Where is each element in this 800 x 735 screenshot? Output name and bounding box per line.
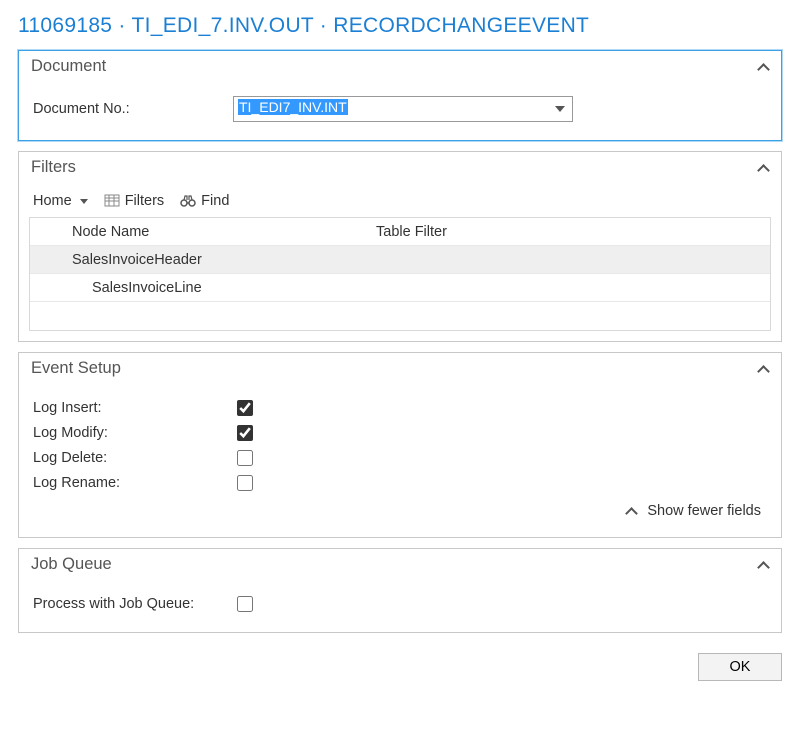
home-dropdown[interactable]: Home [33, 193, 88, 209]
log-delete-checkbox[interactable] [237, 450, 253, 466]
filters-grid: Node Name Table Filter SalesInvoiceHeade… [29, 217, 771, 331]
footer: OK [18, 643, 782, 681]
log-modify-label: Log Modify: [33, 425, 233, 441]
chevron-up-icon [759, 560, 769, 570]
chevron-up-icon [759, 62, 769, 72]
panel-filters-header[interactable]: Filters [19, 152, 781, 183]
page-title: 11069185 · TI_EDI_7.INV.OUT · RECORDCHAN… [18, 14, 782, 38]
panel-event-setup: Event Setup Log Insert: Log Modify: Log … [18, 352, 782, 538]
filters-label: Filters [125, 193, 164, 209]
chevron-up-icon [627, 506, 637, 516]
panel-event-setup-title: Event Setup [31, 359, 121, 378]
panel-job-queue-header[interactable]: Job Queue [19, 549, 781, 580]
field-document-no: Document No.: TI_EDI7_INV.INT [33, 96, 767, 122]
panel-document-header[interactable]: Document [19, 51, 781, 82]
cell-node-name: SalesInvoiceHeader [56, 252, 376, 268]
log-delete-label: Log Delete: [33, 450, 233, 466]
find-button[interactable]: Find [180, 193, 229, 209]
chevron-up-icon [759, 364, 769, 374]
chevron-up-icon [759, 163, 769, 173]
col-node-name[interactable]: Node Name [56, 224, 376, 240]
log-rename-label: Log Rename: [33, 475, 233, 491]
row-log-delete: Log Delete: [33, 447, 767, 469]
grid-empty-row [30, 302, 770, 330]
log-modify-checkbox[interactable] [237, 425, 253, 441]
process-job-queue-checkbox[interactable] [237, 596, 253, 612]
panel-filters-title: Filters [31, 158, 76, 177]
table-row[interactable]: SalesInvoiceHeader [30, 246, 770, 274]
cell-node-name: SalesInvoiceLine [56, 280, 376, 296]
binoculars-icon [180, 193, 196, 209]
panel-job-queue: Job Queue Process with Job Queue: [18, 548, 782, 633]
panel-document-title: Document [31, 57, 106, 76]
panel-event-setup-header[interactable]: Event Setup [19, 353, 781, 384]
log-rename-checkbox[interactable] [237, 475, 253, 491]
show-fewer-fields-label: Show fewer fields [647, 503, 761, 519]
panel-document: Document Document No.: TI_EDI7_INV.INT [18, 50, 782, 141]
row-log-insert: Log Insert: [33, 397, 767, 419]
ok-button[interactable]: OK [698, 653, 782, 681]
find-label: Find [201, 193, 229, 209]
grid-header: Node Name Table Filter [30, 218, 770, 246]
home-label: Home [33, 193, 72, 209]
row-log-rename: Log Rename: [33, 472, 767, 494]
col-table-filter[interactable]: Table Filter [376, 224, 770, 240]
show-fewer-fields-link[interactable]: Show fewer fields [33, 497, 767, 523]
row-log-modify: Log Modify: [33, 422, 767, 444]
process-job-queue-label: Process with Job Queue: [33, 596, 233, 612]
filters-toolbar: Home Filters [29, 189, 771, 217]
document-no-input[interactable]: TI_EDI7_INV.INT [233, 96, 573, 122]
filters-icon [104, 193, 120, 209]
table-row[interactable]: SalesInvoiceLine [30, 274, 770, 302]
row-process-job-queue: Process with Job Queue: [33, 593, 767, 615]
document-no-label: Document No.: [33, 101, 233, 117]
panel-filters: Filters Home [18, 151, 782, 342]
log-insert-checkbox[interactable] [237, 400, 253, 416]
panel-job-queue-title: Job Queue [31, 555, 112, 574]
filters-button[interactable]: Filters [104, 193, 164, 209]
log-insert-label: Log Insert: [33, 400, 233, 416]
document-no-value: TI_EDI7_INV.INT [238, 99, 348, 115]
document-no-dropdown[interactable]: TI_EDI7_INV.INT [233, 96, 573, 122]
